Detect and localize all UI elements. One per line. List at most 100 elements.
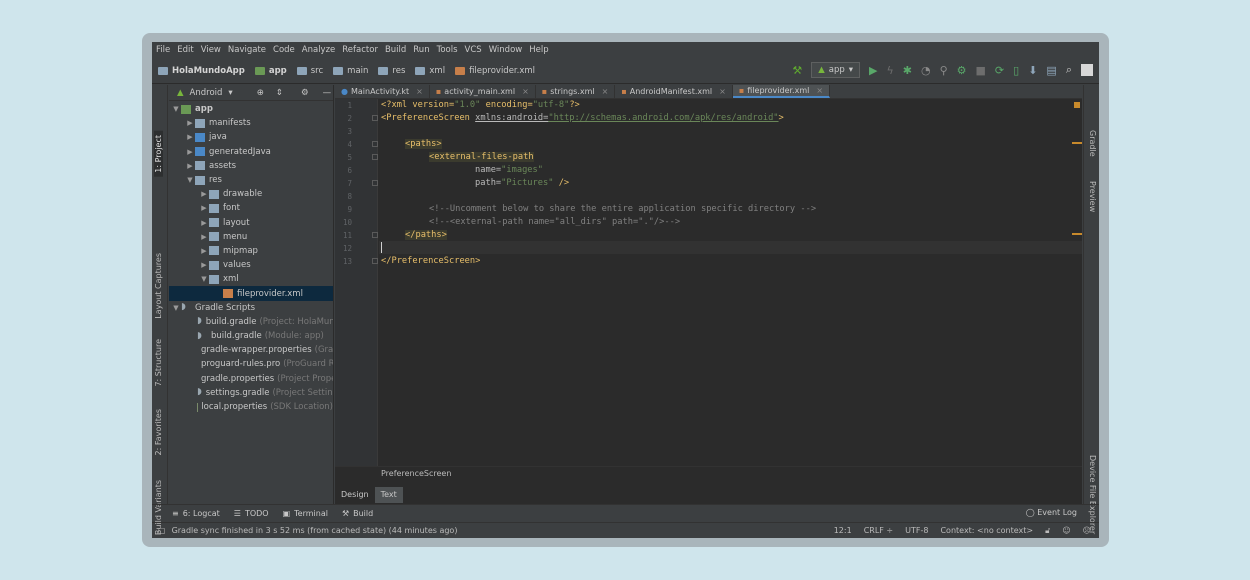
expand-arrow-icon[interactable]: ▼	[171, 304, 181, 312]
menu-edit[interactable]: Edit	[177, 45, 193, 55]
apply-changes-icon[interactable]: ϟ	[886, 64, 893, 77]
tool-logcat[interactable]: ≡ 6: Logcat	[172, 509, 220, 518]
chevron-down-icon[interactable]: ▾	[228, 88, 232, 98]
menu-navigate[interactable]: Navigate	[228, 45, 266, 55]
attach-debugger-icon[interactable]: ⚲	[940, 64, 948, 77]
coverage-icon[interactable]: ⚙	[957, 64, 967, 77]
profile-icon[interactable]: ◔	[921, 64, 931, 77]
expand-arrow-icon[interactable]: ▶	[199, 247, 209, 255]
tool-structure[interactable]: 7: Structure	[154, 339, 163, 387]
tree-item-layout[interactable]: ▶ layout	[169, 216, 333, 230]
expand-arrow-icon[interactable]: ▶	[199, 261, 209, 269]
tree-item-local-properties[interactable]: local.properties (SDK Location)	[169, 400, 333, 414]
avatar-icon[interactable]	[1081, 64, 1093, 76]
tab-design[interactable]: Design	[335, 487, 375, 503]
project-structure-icon[interactable]: ▤	[1046, 64, 1056, 77]
expand-arrow-icon[interactable]: ▶	[199, 204, 209, 212]
breadcrumb-main[interactable]: main	[333, 66, 368, 76]
tree-item-res[interactable]: ▼ res	[169, 173, 333, 187]
expand-arrow-icon[interactable]: ▼	[199, 275, 209, 283]
line-separator[interactable]: CRLF ÷	[864, 526, 893, 535]
search-icon[interactable]: ⌕	[1066, 63, 1072, 77]
menu-tools[interactable]: Tools	[437, 45, 458, 55]
menu-window[interactable]: Window	[489, 45, 523, 55]
expand-arrow-icon[interactable]: ▶	[185, 162, 195, 170]
breadcrumb-project[interactable]: HolaMundoApp	[158, 66, 245, 76]
avd-manager-icon[interactable]: ▯	[1013, 64, 1019, 77]
breadcrumb-res[interactable]: res	[378, 66, 405, 76]
tree-item-menu[interactable]: ▶ menu	[169, 230, 333, 244]
tree-item-manifests[interactable]: ▶ manifests	[169, 116, 333, 130]
feedback-icon[interactable]: ☹	[1083, 526, 1091, 535]
tree-item-font[interactable]: ▶ font	[169, 201, 333, 215]
tree-item-gradle-properties[interactable]: gradle.properties(Project Propert	[169, 372, 333, 386]
tree-item-gradle-wrapper[interactable]: gradle-wrapper.properties(Gradle	[169, 343, 333, 357]
run-icon[interactable]: ▶	[869, 64, 877, 77]
run-config-select[interactable]: ▲ app ▾	[811, 62, 861, 78]
breadcrumb-file[interactable]: fileprovider.xml	[455, 66, 535, 76]
tree-item-build-gradle-module[interactable]: ◗ build.gradle (Module: app)	[169, 329, 333, 343]
menu-help[interactable]: Help	[529, 45, 548, 55]
menu-view[interactable]: View	[201, 45, 221, 55]
tab-activity-main[interactable]: ▪ activity_main.xml ×	[430, 85, 536, 98]
tool-todo[interactable]: ☰ TODO	[234, 509, 269, 518]
tab-strings[interactable]: ▪ strings.xml ×	[536, 85, 616, 98]
tree-item-values[interactable]: ▶ values	[169, 258, 333, 272]
minimize-icon[interactable]: —	[323, 88, 332, 98]
expand-arrow-icon[interactable]: ▶	[185, 148, 195, 156]
target-icon[interactable]: ⊕	[257, 88, 264, 98]
code-editor[interactable]: 1 2 3 4 5 6 7 8 9 10 11 12 13 <?xml vers…	[335, 99, 1082, 466]
tree-item-mipmap[interactable]: ▶ mipmap	[169, 244, 333, 258]
tab-mainactivity[interactable]: ● MainActivity.kt ×	[335, 85, 430, 98]
tool-layout-captures[interactable]: Layout Captures	[154, 253, 163, 319]
menu-build[interactable]: Build	[385, 45, 406, 55]
sync-gradle-icon[interactable]: ⟳	[995, 64, 1004, 77]
fold-marker-icon[interactable]	[372, 180, 378, 186]
close-icon[interactable]: ×	[816, 86, 823, 95]
tree-item-assets[interactable]: ▶ assets	[169, 159, 333, 173]
error-stripe-mark[interactable]	[1072, 233, 1082, 235]
close-icon[interactable]: ×	[719, 87, 726, 96]
tree-item-proguard[interactable]: proguard-rules.pro(ProGuard Rul	[169, 357, 333, 371]
lock-icon[interactable]: 🔓︎	[1045, 526, 1050, 536]
menu-refactor[interactable]: Refactor	[342, 45, 378, 55]
menu-vcs[interactable]: VCS	[465, 45, 482, 55]
close-icon[interactable]: ×	[416, 87, 423, 96]
breadcrumb-src[interactable]: src	[296, 66, 323, 76]
expand-arrow-icon[interactable]: ▶	[199, 233, 209, 241]
expand-arrow-icon[interactable]: ▶	[199, 219, 209, 227]
menu-file[interactable]: File	[156, 45, 170, 55]
context-indicator[interactable]: Context: <no context>	[940, 526, 1033, 535]
expand-arrow-icon[interactable]: ▶	[185, 119, 195, 127]
status-message[interactable]: Gradle sync finished in 3 s 52 ms (from …	[172, 526, 458, 535]
tab-text[interactable]: Text	[374, 487, 403, 503]
close-icon[interactable]: ×	[522, 87, 529, 96]
breadcrumb-xml[interactable]: xml	[415, 66, 445, 76]
expand-arrow-icon[interactable]: ▼	[171, 105, 181, 113]
close-icon[interactable]: ×	[602, 87, 609, 96]
tree-item-build-gradle-project[interactable]: ◗build.gradle(Project: HolaMundoA	[169, 315, 333, 329]
tool-terminal[interactable]: ▣ Terminal	[283, 509, 328, 518]
error-stripe-mark[interactable]	[1072, 142, 1082, 144]
collapse-icon[interactable]: ⇕	[276, 88, 283, 98]
tree-item-app[interactable]: ▼ app	[169, 102, 333, 116]
tree-item-generatedjava[interactable]: ▶ generatedJava	[169, 145, 333, 159]
file-encoding[interactable]: UTF-8	[905, 526, 928, 535]
fold-marker-icon[interactable]	[372, 232, 378, 238]
warning-marker-icon[interactable]	[1074, 102, 1080, 108]
menu-code[interactable]: Code	[273, 45, 295, 55]
tree-item-drawable[interactable]: ▶ drawable	[169, 187, 333, 201]
tab-fileprovider[interactable]: ▪ fileprovider.xml ×	[732, 85, 831, 98]
tool-project[interactable]: 1: Project	[154, 131, 163, 177]
inspector-icon[interactable]: ☺	[1062, 526, 1070, 535]
toggle-tool-windows-icon[interactable]: ▢	[158, 526, 166, 535]
caret-position[interactable]: 12:1	[834, 526, 852, 535]
breadcrumb-app[interactable]: app	[254, 66, 287, 76]
sdk-manager-icon[interactable]: ⬇	[1028, 64, 1037, 77]
debug-icon[interactable]: ✱	[903, 64, 912, 77]
tree-item-settings-gradle[interactable]: ◗settings.gradle(Project Settings)	[169, 386, 333, 400]
tree-item-gradle-scripts[interactable]: ▼ ◗ Gradle Scripts	[169, 301, 333, 315]
stop-icon[interactable]: ■	[976, 64, 986, 77]
tool-event-log[interactable]: ◯ Event Log	[1026, 508, 1077, 517]
fold-marker-icon[interactable]	[372, 154, 378, 160]
